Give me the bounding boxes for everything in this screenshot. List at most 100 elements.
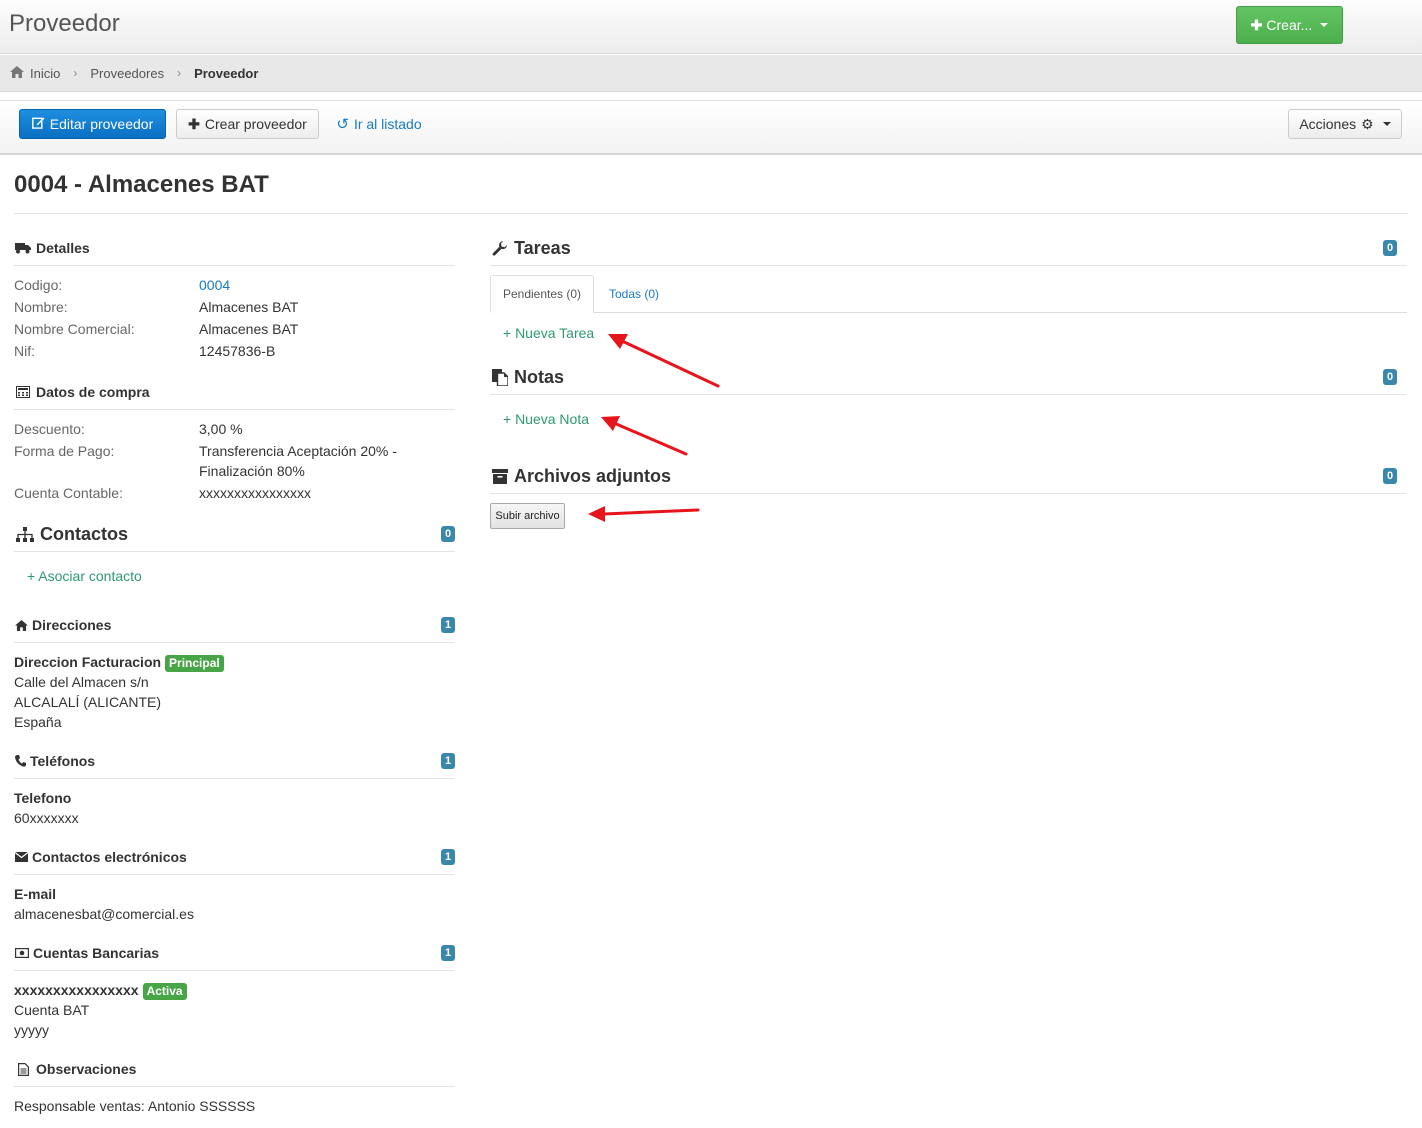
phone-type: Telefono: [14, 790, 72, 806]
red-arrow-line: [612, 421, 688, 456]
phone-number: 60xxxxxxx: [14, 810, 79, 826]
detail-value: 0004: [199, 277, 230, 293]
associate-contact-link[interactable]: + Asociar contacto: [27, 568, 142, 584]
red-arrow-head: [588, 506, 605, 522]
divider: [14, 642, 455, 643]
tasks-tabs: Pendientes (0) Todas (0): [490, 275, 1407, 313]
bank-account-line: yyyyy: [14, 1022, 49, 1038]
phones-heading: Teléfonos: [14, 753, 455, 769]
chevron-right-icon: ›: [177, 66, 182, 80]
address-line: España: [14, 714, 62, 730]
observations-text: Responsable ventas: Antonio SSSSSS: [14, 1098, 256, 1114]
new-task-link[interactable]: + Nueva Tarea: [503, 325, 594, 341]
caret-down-icon: [1382, 122, 1391, 126]
app-title: Proveedor: [9, 10, 120, 37]
divider: [490, 394, 1407, 395]
address-name: Direccion Facturacion Principal: [14, 654, 224, 672]
phones-heading-label: Teléfonos: [30, 753, 96, 769]
detail-value: Transferencia Aceptación 20% -: [199, 443, 397, 459]
top-bar: Proveedor ✚ Crear...: [0, 0, 1422, 54]
archive-icon: [490, 469, 510, 484]
calculator-icon: [14, 386, 32, 398]
addresses-heading: Direcciones: [14, 617, 455, 633]
purchase-data-heading-label: Datos de compra: [36, 384, 150, 400]
sitemap-icon: [14, 526, 36, 543]
upload-file-button[interactable]: Subir archivo: [490, 503, 565, 529]
purchase-data-heading: Datos de compra: [14, 384, 455, 400]
phones-count-badge: 1: [441, 753, 455, 769]
details-heading: Detalles: [14, 240, 455, 256]
detail-key: Nombre Comercial:: [14, 321, 135, 337]
detail-value: Almacenes BAT: [199, 321, 299, 337]
divider: [490, 493, 1407, 494]
detail-key: Descuento:: [14, 421, 85, 437]
create-supplier-button[interactable]: ✚ Crear proveedor: [176, 109, 319, 139]
detail-key: Codigo:: [14, 277, 63, 293]
notes-heading-label: Notas: [514, 367, 565, 387]
email-type: E-mail: [14, 886, 57, 902]
contacts-count-badge: 0: [441, 526, 455, 542]
divider: [14, 213, 1408, 214]
electronic-contacts-heading: Contactos electrónicos: [14, 849, 455, 865]
bank-account-number-label: xxxxxxxxxxxxxxxx: [14, 982, 139, 998]
create-button-label: Crear...: [1266, 17, 1313, 33]
edit-supplier-button[interactable]: Editar proveedor: [19, 109, 166, 139]
divider: [14, 1086, 455, 1087]
page-title: 0004 - Almacenes BAT: [14, 171, 269, 198]
detail-key: Nombre:: [14, 299, 68, 315]
divider: [14, 778, 455, 779]
primary-label: Principal: [165, 655, 224, 672]
attachments-count-badge: 0: [1383, 468, 1397, 484]
phone-icon: [14, 755, 26, 767]
tab-pending[interactable]: Pendientes (0): [490, 275, 594, 313]
home-icon: [10, 65, 24, 81]
breadcrumb-proveedores[interactable]: Proveedores: [90, 66, 164, 81]
create-dropdown-button[interactable]: ✚ Crear...: [1236, 6, 1343, 44]
detail-value: Almacenes BAT: [199, 299, 299, 315]
wrench-icon: [490, 240, 510, 257]
home-icon: [14, 619, 28, 631]
details-heading-label: Detalles: [36, 240, 90, 256]
go-to-list-label: Ir al listado: [353, 116, 422, 132]
envelope-icon: [14, 852, 28, 862]
go-to-list-link[interactable]: ↺ Ir al listado: [334, 109, 424, 139]
edit-icon: [31, 116, 45, 132]
divider: [490, 265, 1407, 266]
create-supplier-label: Crear proveedor: [204, 116, 307, 132]
plus-icon: ✚: [188, 115, 200, 132]
divider: [14, 874, 455, 875]
divider: [14, 551, 455, 552]
email-value: almacenesbat@comercial.es: [14, 906, 194, 922]
electronic-contacts-heading-label: Contactos electrónicos: [32, 849, 187, 865]
bank-account-number: xxxxxxxxxxxxxxxx Activa: [14, 982, 187, 1000]
detail-value: 3,00 %: [199, 421, 243, 437]
electronic-contacts-count-badge: 1: [441, 849, 455, 865]
detail-key: Cuenta Contable:: [14, 485, 123, 501]
bank-accounts-count-badge: 1: [441, 945, 455, 961]
contacts-heading: Contactos: [14, 524, 455, 545]
bank-account-line: Cuenta BAT: [14, 1002, 90, 1018]
active-label: Activa: [142, 983, 187, 1000]
breadcrumb-home[interactable]: Inicio: [30, 66, 60, 81]
attachments-heading-label: Archivos adjuntos: [514, 466, 672, 486]
divider: [14, 409, 455, 410]
code-link[interactable]: 0004: [199, 277, 230, 293]
red-arrow-line: [602, 508, 700, 516]
notes-heading: Notas: [490, 367, 1407, 388]
actions-dropdown-button[interactable]: Acciones ⚙: [1288, 109, 1402, 139]
addresses-count-badge: 1: [441, 617, 455, 633]
tab-all[interactable]: Todas (0): [594, 275, 674, 313]
new-note-link[interactable]: + Nueva Nota: [503, 411, 589, 427]
address-line: Calle del Almacen s/n: [14, 674, 149, 690]
observations-heading: Observaciones: [14, 1061, 455, 1077]
breadcrumb-current: Proveedor: [194, 65, 259, 81]
tasks-heading: Tareas: [490, 238, 1407, 259]
undo-icon: ↺: [336, 116, 349, 133]
notes-count-badge: 0: [1383, 369, 1397, 385]
breadcrumb: Inicio › Proveedores › Proveedor: [0, 55, 1422, 92]
address-line: ALCALALÍ (ALICANTE): [14, 694, 162, 710]
tasks-heading-label: Tareas: [514, 238, 571, 258]
copy-icon: [490, 369, 510, 386]
attachments-heading: Archivos adjuntos: [490, 466, 1407, 487]
cogs-icon: ⚙: [1361, 115, 1374, 132]
